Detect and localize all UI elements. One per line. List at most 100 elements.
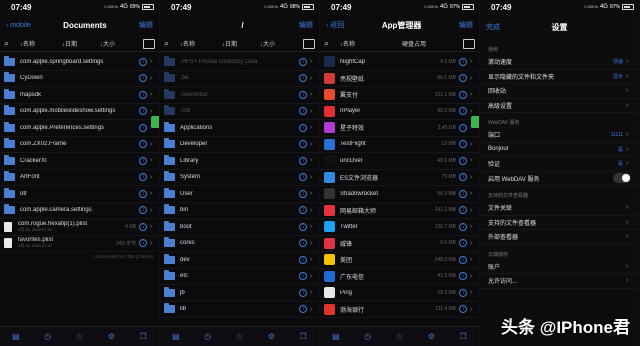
tab-settings-icon[interactable]: ⚙ [106, 332, 116, 342]
file-row[interactable]: CyDown i › [0, 71, 159, 87]
file-row[interactable]: com.rogue.hexafip(1).plist 2月 16, 2020 07… [0, 219, 159, 236]
folder-row[interactable]: .HFS+ Private Directory Data i › [160, 54, 319, 71]
info-icon[interactable]: i [139, 123, 147, 132]
app-row[interactable]: NightCap 4.5 MB i › [320, 54, 479, 71]
app-row[interactable]: 翼支付 101.1 MB i › [320, 87, 479, 104]
folder-row[interactable]: .ba i › [160, 71, 319, 87]
info-icon[interactable]: i [459, 57, 467, 66]
edit-button[interactable]: 编辑 [459, 20, 473, 30]
folder-row[interactable]: Applications i › [160, 120, 319, 137]
tab-favorites-icon[interactable]: ☆ [234, 332, 244, 342]
app-row[interactable]: 网易邮箱大师 241.2 MB i › [320, 203, 479, 219]
file-row[interactable]: CrackerXI i › [0, 153, 159, 170]
tab-windows-icon[interactable]: ❐ [458, 332, 468, 342]
folder-row[interactable]: etc i › [160, 269, 319, 285]
folder-row[interactable]: .fseventsd i › [160, 87, 319, 104]
app-row[interactable]: Ping 19.3 MB i › [320, 285, 479, 302]
tab-recent-icon[interactable]: ◷ [203, 332, 213, 342]
tab-recent-icon[interactable]: ◷ [43, 332, 53, 342]
file-row[interactable]: com.ZX02.Frame i › [0, 137, 159, 153]
app-row[interactable]: Shadowrocket 58.3 MB i › [320, 186, 479, 203]
folder-row[interactable]: lib i › [160, 302, 319, 318]
sort-name[interactable]: ↓名称 [340, 39, 400, 48]
folder-row[interactable]: System i › [160, 170, 319, 186]
view-toggle-icon[interactable] [463, 38, 475, 49]
info-icon[interactable]: i [299, 173, 307, 182]
info-icon[interactable]: i [459, 239, 467, 248]
tab-files-icon[interactable]: ▤ [11, 332, 21, 342]
back-button[interactable]: ‹ mobile [6, 22, 31, 29]
file-row[interactable]: com.apple.camera.settings i › [0, 203, 159, 219]
file-row[interactable]: com.apple.Preferences.settingsi› [0, 120, 159, 137]
info-icon[interactable]: i [299, 123, 307, 132]
info-icon[interactable]: i [139, 156, 147, 165]
wechat-float-icon[interactable] [151, 116, 159, 128]
info-icon[interactable]: i [459, 156, 467, 165]
file-row[interactable]: com.apple.mobileslideshow.settings i › [0, 104, 159, 120]
settings-row[interactable]: 滚动速度 快速 › [480, 55, 639, 70]
info-icon[interactable]: i [459, 222, 467, 231]
file-row[interactable]: com.apple.springboard.settings i › [0, 54, 159, 71]
file-row[interactable]: otr i › [0, 186, 159, 203]
view-toggle-icon[interactable] [303, 38, 315, 49]
tab-recent-icon[interactable]: ◷ [363, 332, 373, 342]
edit-button[interactable]: 编辑 [139, 20, 153, 30]
tab-windows-icon[interactable]: ❐ [138, 332, 148, 342]
sort-name[interactable]: ↓名称 [180, 39, 220, 48]
settings-row[interactable]: 账户 › [480, 260, 639, 274]
file-row[interactable]: ArtFont i › [0, 170, 159, 186]
app-row[interactable]: 威锋 9.5 MB i › [320, 236, 479, 252]
app-row[interactable]: 美团 248.3 MB i › [320, 252, 479, 269]
info-icon[interactable]: i [139, 222, 147, 231]
settings-row[interactable]: 支持的文件查看器 › [480, 216, 639, 230]
info-icon[interactable]: i [299, 255, 307, 264]
info-icon[interactable]: i [459, 305, 467, 314]
tab-windows-icon[interactable]: ❐ [298, 332, 308, 342]
settings-row[interactable]: 验证 是 › [480, 157, 639, 172]
settings-row[interactable]: 显示隐藏的文件和文件夹 显示 › [480, 70, 639, 84]
app-row[interactable]: ES文件浏览器 75 MB i › [320, 170, 479, 186]
app-row[interactable]: 星子特效2.45 GBi› [320, 120, 479, 137]
info-icon[interactable]: i [299, 156, 307, 165]
edit-button[interactable]: 编辑 [299, 20, 313, 30]
settings-row[interactable]: 文件关联 › [480, 201, 639, 216]
folder-row[interactable]: Developer i › [160, 137, 319, 153]
app-row[interactable]: 亮视壁纸 66.1 MB i › [320, 71, 479, 87]
app-row[interactable]: TestFlight 13 MB i › [320, 137, 479, 153]
info-icon[interactable]: i [299, 140, 307, 149]
info-icon[interactable]: i [459, 206, 467, 215]
done-button[interactable]: 完成 [486, 22, 500, 32]
sort-name[interactable]: ↓名称 [20, 39, 60, 48]
folder-row[interactable]: bin i › [160, 203, 319, 219]
info-icon[interactable]: i [459, 107, 467, 116]
settings-row[interactable]: 高级设置 › [480, 99, 639, 113]
tab-files-icon[interactable]: ▤ [171, 332, 181, 342]
info-icon[interactable]: i [299, 74, 307, 83]
info-icon[interactable]: i [139, 74, 147, 83]
info-icon[interactable]: i [299, 57, 307, 66]
app-row[interactable]: 渤海银行 111.4 MB i › [320, 302, 479, 318]
webdav-toggle[interactable] [613, 173, 631, 184]
info-icon[interactable]: i [459, 189, 467, 198]
info-icon[interactable]: i [299, 272, 307, 281]
folder-row[interactable]: Library i › [160, 153, 319, 170]
app-row[interactable]: 广东电信 41.5 MB i › [320, 269, 479, 285]
settings-row[interactable]: 允许访问... › [480, 274, 639, 289]
info-icon[interactable]: i [459, 74, 467, 83]
info-icon[interactable]: i [139, 239, 147, 248]
info-icon[interactable]: i [459, 255, 467, 264]
info-icon[interactable]: i [299, 107, 307, 116]
info-icon[interactable]: i [139, 173, 147, 182]
sort-date[interactable]: ↓日期 [62, 39, 98, 48]
file-row[interactable]: favorites.plist 2月 16, 2020 07:37 243 字节 i › [0, 236, 159, 252]
info-icon[interactable]: i [139, 57, 147, 66]
search-icon[interactable]: ⌕ [324, 38, 338, 49]
search-icon[interactable]: ⌕ [164, 38, 178, 49]
tab-favorites-icon[interactable]: ☆ [74, 332, 84, 342]
info-icon[interactable]: i [299, 206, 307, 215]
folder-row[interactable]: .mb i › [160, 104, 319, 120]
info-icon[interactable]: i [459, 140, 467, 149]
view-toggle-icon[interactable] [143, 38, 155, 49]
search-icon[interactable]: ⌕ [4, 38, 18, 49]
settings-row[interactable]: 外部查看器 › [480, 230, 639, 245]
